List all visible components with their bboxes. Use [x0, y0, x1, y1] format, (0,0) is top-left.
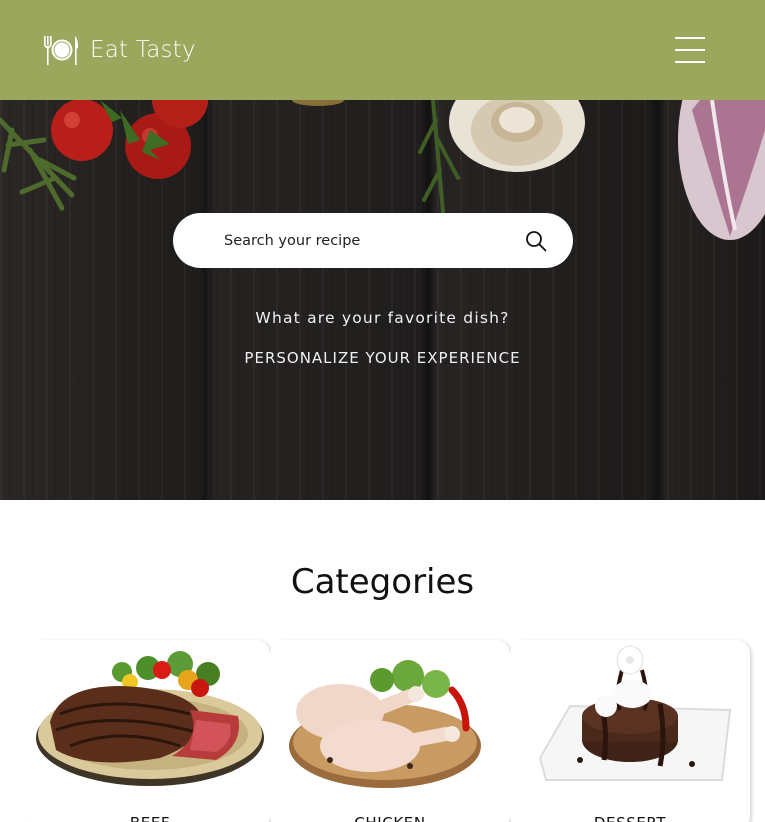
category-card-dessert[interactable]: DESSERT [510, 640, 750, 822]
hero-banner: What are your favorite dish? PERSONALIZE… [0, 100, 765, 500]
site-header: Eat Tasty [0, 0, 765, 100]
hero-question: What are your favorite dish? [255, 309, 510, 327]
hero-background-vegetables [0, 100, 765, 240]
brand[interactable]: Eat Tasty [42, 34, 196, 66]
menu-line [675, 61, 705, 63]
category-label: CHICKEN [270, 814, 510, 822]
plate-utensils-icon [44, 36, 79, 65]
category-card-chicken[interactable]: CHICKEN [270, 640, 510, 822]
search-input[interactable] [224, 232, 525, 249]
hamburger-menu-icon[interactable] [675, 35, 705, 65]
menu-line [675, 49, 705, 51]
category-label: DESSERT [510, 814, 750, 822]
mushroom [449, 100, 585, 172]
search-icon[interactable] [525, 230, 547, 252]
personalize-link[interactable]: PERSONALIZE YOUR EXPERIENCE [0, 349, 765, 367]
tomatoes [51, 100, 208, 179]
dessert-image [538, 645, 732, 781]
search-bar[interactable] [173, 213, 573, 268]
beef-image [36, 651, 264, 786]
menu-line [675, 37, 705, 39]
garlic [678, 100, 765, 240]
category-label: BEEF [30, 814, 270, 822]
brand-name: Eat Tasty [90, 37, 196, 63]
chicken-image [289, 660, 481, 788]
categories-heading: Categories [290, 562, 475, 602]
category-card-beef[interactable]: BEEF [30, 640, 270, 822]
